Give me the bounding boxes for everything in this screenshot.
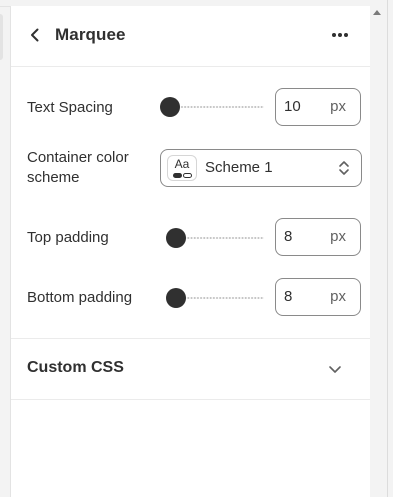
bottom-padding-slider[interactable] (160, 288, 264, 308)
top-padding-input[interactable]: 8 px (275, 218, 361, 256)
text-spacing-value: 10 (284, 98, 301, 115)
container-color-scheme-label: Container color scheme (27, 149, 129, 186)
text-spacing-input[interactable]: 10 px (275, 88, 361, 126)
color-scheme-select[interactable]: Aa Scheme 1 (160, 149, 362, 187)
top-padding-unit: px (330, 228, 346, 245)
scroll-up-arrow-icon[interactable] (373, 10, 381, 15)
left-edge-tab (0, 14, 3, 60)
color-scheme-swatch: Aa (167, 155, 197, 181)
scrollbar[interactable] (370, 0, 393, 497)
top-padding-value: 8 (284, 228, 293, 245)
bottom-padding-input[interactable]: 8 px (275, 278, 361, 316)
slider-thumb[interactable] (166, 288, 186, 308)
top-padding-label: Top padding (27, 229, 109, 246)
settings-panel: Marquee Text Spacing 10 px Container col… (10, 6, 371, 497)
custom-css-label: Custom CSS (27, 359, 124, 376)
color-scheme-value: Scheme 1 (205, 159, 273, 176)
text-spacing-slider[interactable] (160, 97, 264, 117)
bottom-padding-label: Bottom padding (27, 289, 133, 306)
bottom-padding-unit: px (330, 288, 346, 305)
back-arrow-icon[interactable] (27, 27, 43, 43)
bottom-padding-value: 8 (284, 288, 293, 305)
text-spacing-unit: px (330, 98, 346, 115)
more-options-icon[interactable] (329, 25, 351, 45)
slider-thumb[interactable] (160, 97, 180, 117)
swatch-secondary-bar (183, 173, 192, 178)
slider-track (174, 237, 264, 239)
slider-track (174, 106, 264, 108)
slider-thumb[interactable] (166, 228, 186, 248)
swatch-aa-text: Aa (174, 157, 190, 171)
panel-header: Marquee (11, 6, 371, 67)
custom-css-section-toggle[interactable]: Custom CSS (11, 339, 371, 399)
text-spacing-label: Text Spacing (27, 99, 113, 116)
top-padding-slider[interactable] (160, 228, 264, 248)
page-title: Marquee (55, 25, 126, 44)
swatch-primary-bar (173, 173, 182, 178)
section-divider (11, 399, 371, 400)
select-chevron-updown-icon (339, 161, 349, 175)
slider-track (174, 297, 264, 299)
scrollbar-track (387, 0, 388, 497)
chevron-down-icon (329, 366, 341, 373)
